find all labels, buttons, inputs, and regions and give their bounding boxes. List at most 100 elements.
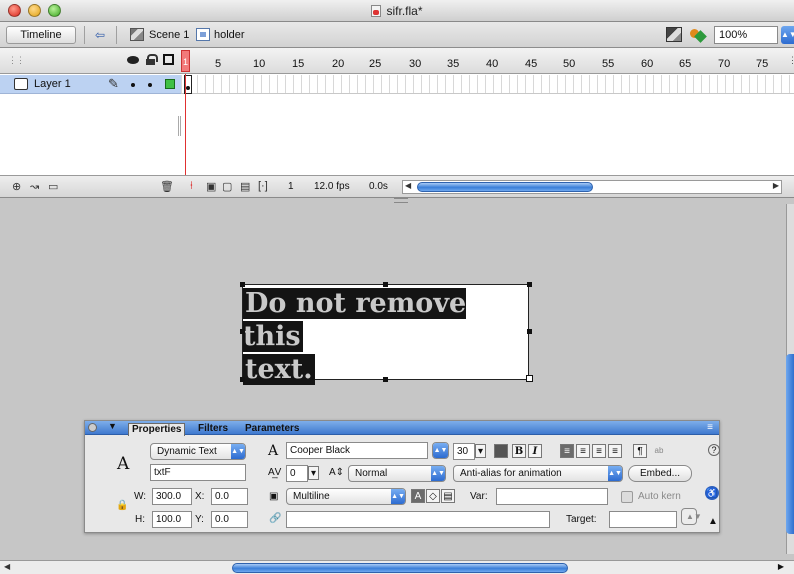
x-input[interactable]: 0.0 — [211, 488, 248, 505]
letter-spacing-dropdown-icon[interactable]: ▾ — [308, 466, 319, 480]
insert-folder-icon[interactable]: ▭ — [48, 180, 58, 194]
outline-icon[interactable] — [163, 54, 174, 65]
frame-number: 10 — [253, 58, 266, 70]
align-center-icon[interactable]: ≡ — [576, 444, 590, 458]
lock-dot[interactable] — [148, 83, 152, 87]
frame-number: 65 — [679, 58, 692, 70]
selectable-icon[interactable]: A — [411, 489, 425, 503]
text-color-swatch[interactable] — [494, 444, 508, 458]
paragraph-format-icon[interactable]: ¶ — [633, 444, 647, 458]
add-motion-guide-icon[interactable]: ↝ — [30, 180, 39, 194]
resize-handle[interactable] — [383, 282, 388, 287]
frame-ruler[interactable]: 5 10 15 20 25 30 35 40 45 50 55 60 65 70… — [181, 48, 794, 74]
y-input[interactable]: 0.0 — [211, 511, 248, 528]
frame-number: 70 — [718, 58, 731, 70]
panel-menu-icon[interactable]: ≡ — [707, 422, 713, 433]
tab-filters[interactable]: Filters — [195, 423, 231, 435]
bold-button[interactable]: B — [512, 444, 526, 458]
resize-handle[interactable] — [527, 282, 532, 287]
accessibility-icon[interactable]: ♿ — [705, 486, 719, 500]
zoom-input[interactable]: 100% — [714, 26, 778, 44]
dynamic-text-field[interactable]: Do not remove this text. — [242, 284, 529, 385]
width-input[interactable]: 300.0 — [152, 488, 192, 505]
trash-icon[interactable]: 🗑 — [160, 180, 174, 194]
visibility-dot[interactable] — [131, 83, 135, 87]
text-type-select[interactable]: Dynamic Text ▲▼ — [150, 443, 246, 460]
scroll-thumb[interactable] — [417, 182, 593, 192]
instance-name-field[interactable]: txtF — [150, 464, 246, 481]
target-input[interactable] — [609, 511, 677, 528]
variable-input[interactable] — [496, 488, 608, 505]
align-justify-icon[interactable]: ≡ — [608, 444, 622, 458]
scroll-right-icon[interactable]: ▶ — [773, 181, 779, 190]
resize-handle[interactable] — [240, 377, 245, 382]
onion-skin-outlines-icon[interactable]: ▢ — [222, 180, 232, 194]
italic-button[interactable]: I — [528, 444, 542, 458]
scroll-right-icon[interactable]: ▶ — [778, 562, 784, 571]
lock-proportions-icon[interactable]: 🔒 — [116, 500, 128, 511]
text-orientation-icon[interactable]: ab — [652, 444, 666, 458]
url-link-input[interactable] — [286, 511, 550, 528]
lock-icon[interactable] — [146, 54, 158, 65]
collapse-arrow-icon[interactable]: ▼ — [108, 421, 117, 431]
tab-parameters[interactable]: Parameters — [242, 423, 302, 435]
back-arrow-icon[interactable]: ⇦ — [92, 28, 108, 42]
modify-onion-markers-icon[interactable]: [·] — [258, 180, 268, 194]
close-panel-button[interactable] — [88, 423, 97, 432]
stage-horizontal-scrollbar[interactable]: ◀ ▶ — [0, 560, 794, 574]
font-size-dropdown-icon[interactable]: ▾ — [475, 444, 486, 458]
character-position-select[interactable]: Normal ▲▼ — [348, 465, 446, 482]
render-html-icon[interactable]: ◇ — [426, 489, 440, 503]
resize-handle[interactable] — [527, 329, 532, 334]
align-left-icon[interactable]: ≡ — [560, 444, 574, 458]
timeline-horizontal-scrollbar[interactable]: ◀ ▶ — [402, 180, 782, 194]
layer-panel-divider[interactable] — [178, 116, 181, 136]
frame-number: 75 — [756, 58, 769, 70]
stage-vertical-scrollbar[interactable] — [786, 204, 794, 554]
text-field-content[interactable]: Do not remove this text. — [243, 287, 530, 386]
resize-handle[interactable] — [240, 282, 245, 287]
text-resize-handle[interactable] — [526, 375, 533, 382]
layer-frames[interactable] — [181, 75, 794, 94]
scroll-left-icon[interactable]: ◀ — [4, 562, 10, 571]
panel-splitter[interactable] — [394, 198, 408, 203]
show-border-icon[interactable]: ▤ — [441, 489, 455, 503]
breadcrumb-symbol[interactable]: holder — [214, 29, 245, 41]
edit-symbols-icon[interactable] — [690, 27, 706, 42]
resize-handle[interactable] — [383, 377, 388, 382]
align-right-icon[interactable]: ≡ — [592, 444, 606, 458]
font-family-input[interactable]: Cooper Black — [286, 442, 428, 459]
edit-scene-icon[interactable] — [666, 27, 682, 42]
font-family-select[interactable]: ▲▼ — [432, 442, 449, 459]
zoom-dropdown-arrow-icon[interactable]: ▲▼ — [781, 26, 794, 44]
target-select[interactable]: ▲▼ — [681, 508, 702, 525]
tab-properties[interactable]: Properties — [128, 423, 186, 436]
insert-layer-icon[interactable]: ⊕ — [12, 180, 21, 194]
embed-button[interactable]: Embed... — [628, 465, 692, 482]
layer-icon — [14, 78, 28, 90]
help-icon[interactable]: ? — [708, 444, 720, 456]
scroll-thumb[interactable] — [786, 354, 794, 534]
resize-handle[interactable] — [240, 329, 245, 334]
timeline-toggle-button[interactable]: Timeline — [6, 26, 76, 44]
breadcrumb-scene[interactable]: Scene 1 — [149, 29, 189, 41]
scroll-thumb[interactable] — [232, 563, 568, 573]
layer-row[interactable]: Layer 1 ✎ — [0, 75, 181, 94]
scroll-left-icon[interactable]: ◀ — [405, 181, 411, 190]
center-frame-icon[interactable]: ⍿ — [190, 180, 193, 194]
frame-number: 30 — [409, 58, 422, 70]
edit-multiple-frames-icon[interactable]: ▤ — [240, 180, 250, 194]
auto-kern-checkbox[interactable] — [621, 491, 633, 503]
layer-outline-color[interactable] — [165, 79, 175, 89]
expand-panel-icon[interactable]: ▲ — [708, 516, 718, 527]
timeline-menu-icon[interactable]: ⋮ — [788, 55, 794, 66]
letter-spacing-input[interactable]: 0 — [286, 465, 308, 482]
onion-skin-icon[interactable]: ▣ — [206, 180, 216, 194]
height-input[interactable]: 100.0 — [152, 511, 192, 528]
anti-alias-select[interactable]: Anti-alias for animation ▲▼ — [453, 465, 623, 482]
panel-grip-icon[interactable]: ⋮⋮ — [8, 55, 25, 66]
font-size-input[interactable]: 30 — [453, 443, 475, 460]
show-hide-eye-icon[interactable] — [127, 56, 139, 64]
line-type-select[interactable]: Multiline ▲▼ — [286, 488, 406, 505]
frame-number: 25 — [369, 58, 382, 70]
